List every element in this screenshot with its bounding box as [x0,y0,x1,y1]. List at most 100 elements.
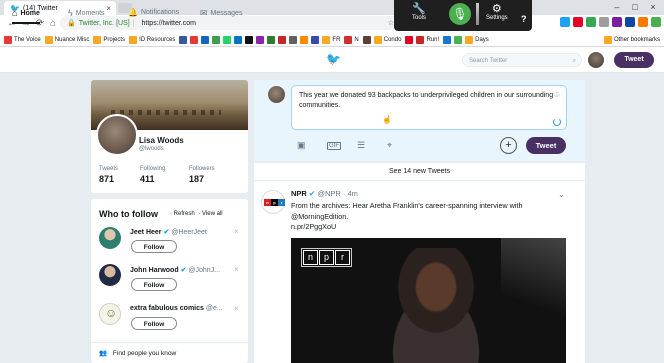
extension-purple-icon[interactable] [612,17,622,27]
compose-textarea[interactable]: This year we donated 93 backpacks to und… [291,85,567,130]
view-all-link[interactable]: · View all [198,211,222,217]
nav-moments[interactable]: ϟ Moments [68,8,105,18]
bookmark-teal-icon[interactable] [234,35,243,44]
bookmark-m-icon[interactable] [245,35,254,44]
bookmark-folder-projects[interactable]: Projects [93,35,125,44]
photo-subject [361,248,511,363]
media-icon[interactable]: ▣ [297,140,306,151]
refresh-link[interactable]: · Refresh [170,211,195,217]
gif-icon[interactable]: GIF [327,142,341,150]
dismiss-suggestion-icon[interactable]: × [234,304,239,313]
bookmark-arrow-icon[interactable] [267,35,276,44]
dismiss-suggestion-icon[interactable]: × [234,265,239,274]
tweet-time[interactable]: · 4m [343,189,358,198]
minimize-icon[interactable]: – [608,0,626,15]
extension-blue-icon[interactable] [625,17,635,27]
extension-grey-icon[interactable] [599,17,609,27]
profile-avatar[interactable] [96,114,138,156]
tweet-link[interactable]: n.pr/2PggXoU [291,222,336,231]
who-to-follow-title: Who to follow [99,209,158,219]
stat-value: 411 [140,174,155,184]
find-people-link[interactable]: 👥 Find people you know [99,349,176,357]
extension-green-icon[interactable] [586,17,596,27]
bookmark-pinterest-icon[interactable] [405,35,414,44]
profile-name[interactable]: Lisa Woods [139,136,184,145]
home-page-icon[interactable]: ⌂ [47,18,59,29]
extension-orange-icon[interactable] [638,17,648,27]
extension-icons [560,17,664,27]
settings-button[interactable]: ⚙ Settings [486,3,508,21]
new-tweets-banner[interactable]: See 14 new Tweets [254,163,585,181]
bookmark-fr[interactable]: FR [322,35,340,44]
location-icon[interactable]: ⌖ [387,140,392,151]
extension-pinterest-icon[interactable] [573,17,583,27]
bookmark-darkred-icon[interactable] [278,35,287,44]
nav-notifications[interactable]: 🔔 Notifications [128,8,179,17]
bookmark-purple-icon[interactable] [256,35,265,44]
extension-lime-icon[interactable] [651,17,661,27]
twitter-logo-icon[interactable]: 🐦 [326,52,341,66]
nav-messages[interactable]: ✉ Messages [200,8,242,19]
follow-suggestion-name[interactable]: John Harwood ✔ @JohnJ... [130,266,220,274]
follow-suggestion-name[interactable]: Jeet Heer ✔ @HeerJeet [130,228,207,236]
tweet-author[interactable]: NPR [291,189,307,198]
add-tweet-button[interactable]: + [500,137,517,154]
npr-avatar[interactable]: n p r [261,190,285,214]
follow-suggestion-avatar[interactable] [99,264,121,286]
help-button[interactable]: ? [521,14,527,24]
bookmark-green-icon[interactable] [212,35,221,44]
bookmark-days[interactable]: Days [465,35,489,44]
profile-stat-tweets[interactable]: Tweets 871 [99,166,118,184]
account-avatar[interactable] [588,52,604,68]
follow-button[interactable]: Follow [131,240,177,253]
extension-twitter-icon[interactable] [560,17,570,27]
profile-stat-followers[interactable]: Followers 187 [189,166,215,184]
follow-suggestion-avatar[interactable]: ☺ [99,303,121,325]
dismiss-suggestion-icon[interactable]: × [234,227,239,236]
omnibox-url[interactable]: https://twitter.com [142,20,196,27]
nav-tweet-button[interactable]: Tweet [614,52,654,68]
bookmark-whatsapp-icon[interactable] [223,35,232,44]
follow-suggestion-name[interactable]: extra fabulous comics @e... [130,305,223,312]
follow-button[interactable]: Follow [131,278,177,291]
bookmark-n[interactable]: N [344,35,359,44]
tools-button[interactable]: 🔧 Tools [412,3,426,21]
bookmark-brown-icon[interactable] [362,35,371,44]
chevron-down-icon[interactable]: ⌄ [558,190,565,199]
bookmark-navy-icon[interactable] [443,35,452,44]
search-icon[interactable]: ⌕ [573,54,576,66]
bookmark-folder-nuance-misc[interactable]: Nuance Misc [44,35,89,44]
bookmark-other-bookmarks[interactable]: Other bookmarks [603,35,660,44]
bookmark-folder-id-resources[interactable]: ID Resources [129,35,175,44]
account-name: John Harwood [130,267,179,274]
profile-handle[interactable]: @lwoods [139,146,164,152]
npr-logo-p: p [271,199,278,206]
maximize-icon[interactable]: □ [626,0,644,15]
bookmark-orange-icon[interactable] [300,35,309,44]
follow-suggestion-avatar[interactable] [99,227,121,249]
bookmark-indigo-icon[interactable] [311,35,320,44]
bookmark-run[interactable]: Run! [416,35,439,44]
who-to-follow-links: · Refresh · View all [170,211,223,217]
bookmark-blue-icon[interactable] [201,35,210,44]
bookmark-condo[interactable]: Condo [373,35,401,44]
profile-stat-following[interactable]: Following 411 [140,166,165,184]
follow-button[interactable]: Follow [131,317,177,330]
close-tab-icon[interactable]: × [106,4,111,13]
bookmark-facebook-icon[interactable] [179,35,188,44]
poll-icon[interactable]: ☰ [357,140,365,151]
bookmark-red-icon[interactable] [190,35,199,44]
tweet-handle[interactable]: @NPR [317,189,340,198]
bookmark-the-voice[interactable]: The Voice [4,35,41,44]
nav-home[interactable]: ⌂ Home [12,8,40,24]
close-window-icon[interactable]: × [644,0,662,15]
emoji-icon[interactable]: ☺ [553,90,561,99]
folder-icon [373,35,382,44]
bookmark-grey-icon[interactable] [289,35,298,44]
compose-tweet-button[interactable]: Tweet [526,137,566,154]
account-handle: @e... [205,305,223,312]
bookmark-sheets-icon[interactable] [454,35,463,44]
twitter-search-input[interactable]: Search Twitter ⌕ [462,53,582,67]
nav-notifications-label: Notifications [140,9,180,16]
microphone-icon[interactable]: 🎙 [449,3,471,25]
